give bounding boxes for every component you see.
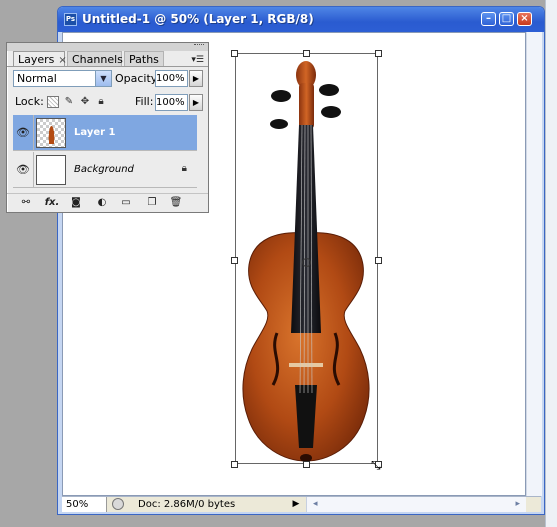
transform-handle-bottom[interactable]: [303, 461, 310, 468]
chevron-down-icon[interactable]: ▼: [95, 71, 111, 86]
layer-name[interactable]: Background: [74, 163, 134, 177]
outer-frame: [545, 0, 557, 527]
resize-cursor-icon: ⤡: [371, 458, 381, 472]
fill-label: Fill:: [135, 95, 154, 108]
folder-icon[interactable]: ▭: [119, 196, 133, 210]
zoom-field[interactable]: 50%: [62, 497, 107, 512]
lock-transparency-icon[interactable]: [47, 96, 59, 108]
scroll-left-icon[interactable]: ◂: [313, 497, 318, 512]
layer-thumbnail: [36, 118, 66, 148]
lock-all-icon[interactable]: 🔒︎: [95, 96, 107, 108]
tab-channels[interactable]: Channels: [67, 51, 123, 67]
vertical-scrollbar[interactable]: [526, 32, 542, 496]
tab-layers[interactable]: Layers ×: [13, 51, 67, 67]
horizontal-scrollbar[interactable]: ◂ ▸: [306, 497, 526, 512]
status-menu-arrow-icon[interactable]: ▶: [290, 498, 302, 510]
document-title: Untitled-1 @ 50% (Layer 1, RGB/8): [82, 12, 314, 26]
status-bar: 50% Doc: 2.86M/0 bytes ▶ ◂ ▸: [62, 496, 541, 512]
transform-handle-right[interactable]: [375, 257, 382, 264]
lock-label: Lock:: [15, 95, 44, 108]
transform-handle-top-left[interactable]: [231, 50, 238, 57]
minimize-button[interactable]: –: [481, 12, 496, 26]
opacity-slider-button[interactable]: ▶: [189, 70, 203, 87]
layer-thumbnail: [36, 155, 66, 185]
adjustment-icon[interactable]: ◐: [95, 196, 109, 210]
lock-icon: 🔒︎: [181, 163, 187, 174]
layers-bottom-toolbar: ⚯ fx. ◙ ◐ ▭ ❐ 🗑︎: [7, 193, 208, 213]
eye-icon[interactable]: 👁︎: [13, 115, 34, 150]
maximize-button[interactable]: □: [499, 12, 514, 26]
transform-handle-top[interactable]: [303, 50, 310, 57]
mask-icon[interactable]: ◙: [69, 196, 83, 210]
fill-slider-button[interactable]: ▶: [189, 94, 203, 111]
tab-paths-label: Paths: [129, 53, 159, 66]
document-title-bar[interactable]: Ps Untitled-1 @ 50% (Layer 1, RGB/8) – □…: [58, 7, 544, 32]
tab-paths[interactable]: Paths: [124, 51, 164, 67]
tab-close-icon[interactable]: ×: [58, 55, 66, 66]
fx-icon[interactable]: fx.: [43, 196, 61, 210]
layer-row-layer-1[interactable]: 👁︎ Layer 1: [13, 115, 197, 151]
tab-layers-label: Layers: [18, 53, 55, 66]
transform-handle-left[interactable]: [231, 257, 238, 264]
transform-handle-top-right[interactable]: [375, 50, 382, 57]
status-info-icon[interactable]: [112, 498, 124, 510]
layer-name[interactable]: Layer 1: [74, 126, 115, 140]
blend-mode-select[interactable]: Normal ▼: [13, 70, 112, 87]
tab-channels-label: Channels: [72, 53, 123, 66]
trash-icon[interactable]: 🗑︎: [169, 196, 183, 210]
fill-input[interactable]: 100%: [155, 94, 188, 111]
opacity-label: Opacity:: [115, 72, 161, 85]
scroll-right-icon[interactable]: ▸: [515, 497, 520, 512]
photoshop-icon: Ps: [64, 13, 77, 26]
transform-handle-bottom-left[interactable]: [231, 461, 238, 468]
panel-drag-bar[interactable]: [7, 43, 208, 51]
new-layer-icon[interactable]: ❐: [145, 196, 159, 210]
eye-icon[interactable]: 👁︎: [13, 152, 34, 187]
lock-position-icon[interactable]: ✥: [79, 96, 91, 108]
transform-center-point[interactable]: [302, 258, 311, 267]
doc-info: Doc: 2.86M/0 bytes: [138, 499, 236, 510]
panel-menu-icon[interactable]: ▾☰: [191, 55, 204, 65]
layer-row-background[interactable]: 👁︎ Background 🔒︎: [13, 152, 197, 188]
lock-pixels-icon[interactable]: ✎: [63, 96, 75, 108]
opacity-input[interactable]: 100%: [155, 70, 188, 87]
close-button[interactable]: ×: [517, 12, 532, 26]
layers-panel: Layers × Channels Paths ▾☰ Normal ▼ Opaci…: [6, 42, 209, 213]
blend-mode-value: Normal: [17, 72, 57, 85]
link-icon[interactable]: ⚯: [19, 196, 33, 210]
